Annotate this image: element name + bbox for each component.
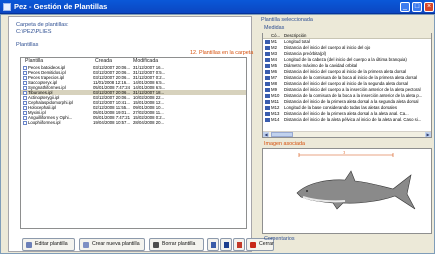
measure-icon — [265, 46, 270, 50]
measure-icon — [265, 106, 270, 110]
new-label: Crear nueva plantilla — [92, 241, 140, 247]
header-template[interactable]: Plantilla — [25, 58, 43, 65]
window-title: Pez - Gestión de Plantillas — [14, 2, 108, 11]
template-count: 12. Plantillas en la carpeta — [190, 50, 254, 56]
info-button[interactable] — [220, 238, 232, 251]
shark-image-panel: 1 — [262, 148, 432, 234]
edit-label: Editar plantilla — [35, 241, 68, 247]
edit-icon — [26, 242, 32, 248]
image-label: Imagen asociada — [264, 141, 306, 147]
measure-icon — [265, 82, 270, 86]
delete-template-button[interactable]: Borrar plantilla — [149, 238, 204, 251]
selected-template-label: Plantilla seleccionada — [261, 17, 313, 23]
templates-label: Plantillas — [16, 42, 39, 48]
maximize-button[interactable]: □ — [412, 2, 422, 12]
app-icon — [3, 3, 11, 11]
measure-icon — [265, 94, 270, 98]
measure-icon — [265, 58, 270, 62]
print-icon — [211, 242, 216, 248]
measure-icon — [265, 52, 270, 56]
close-window-button[interactable]: × — [424, 2, 434, 12]
measure-icon — [265, 88, 270, 92]
export-button[interactable] — [233, 238, 245, 251]
scroll-right-icon[interactable]: ▶ — [425, 132, 431, 137]
measure-icon — [265, 70, 270, 74]
edit-template-button[interactable]: Editar plantilla — [22, 238, 75, 251]
measure-icon — [265, 76, 270, 80]
image-marker: 1 — [343, 150, 346, 155]
export-icon — [237, 242, 242, 248]
folder-value: C:\PEZ\PLIES — [16, 29, 52, 35]
measure-icon — [265, 100, 270, 104]
shark-body — [296, 170, 416, 210]
row-modified: 28/04/2008 20... — [133, 120, 165, 125]
measures-horizontal-scrollbar[interactable]: ◀ ▶ — [263, 131, 431, 137]
measure-icon — [265, 64, 270, 68]
measure-icon — [265, 118, 270, 122]
scroll-thumb[interactable] — [271, 132, 293, 137]
title-bar: Pez - Gestión de Plantillas _ □ × — [0, 0, 435, 14]
measure-icon — [265, 112, 270, 116]
scroll-left-icon[interactable]: ◀ — [263, 132, 269, 137]
folder-label: Carpeta de plantillas: — [16, 22, 69, 28]
row-name: Loophiiformes.ipl — [28, 120, 61, 125]
header-created[interactable]: Creada — [95, 58, 112, 65]
header-modified[interactable]: Modificada — [133, 58, 158, 65]
measures-label: Medidas — [264, 25, 285, 31]
file-icon — [23, 121, 27, 125]
comments-label: Comentarios — [264, 236, 295, 242]
new-template-button[interactable]: Crear nueva plantilla — [79, 238, 145, 251]
shark-image: 1 — [296, 150, 416, 210]
close-icon — [250, 242, 256, 248]
measure-icon — [265, 40, 270, 44]
delete-icon — [153, 242, 159, 248]
delete-label: Borrar plantilla — [162, 241, 196, 247]
minimize-button[interactable]: _ — [400, 2, 410, 12]
print-button[interactable] — [207, 238, 219, 251]
info-icon — [224, 242, 229, 248]
measure-row[interactable]: M14 Distancia del inicio de la aleta pélv… — [263, 117, 431, 123]
new-icon — [83, 242, 89, 248]
table-row[interactable]: Loophiiformes.ipl 19/04/2008 10:57... 28… — [21, 120, 246, 125]
